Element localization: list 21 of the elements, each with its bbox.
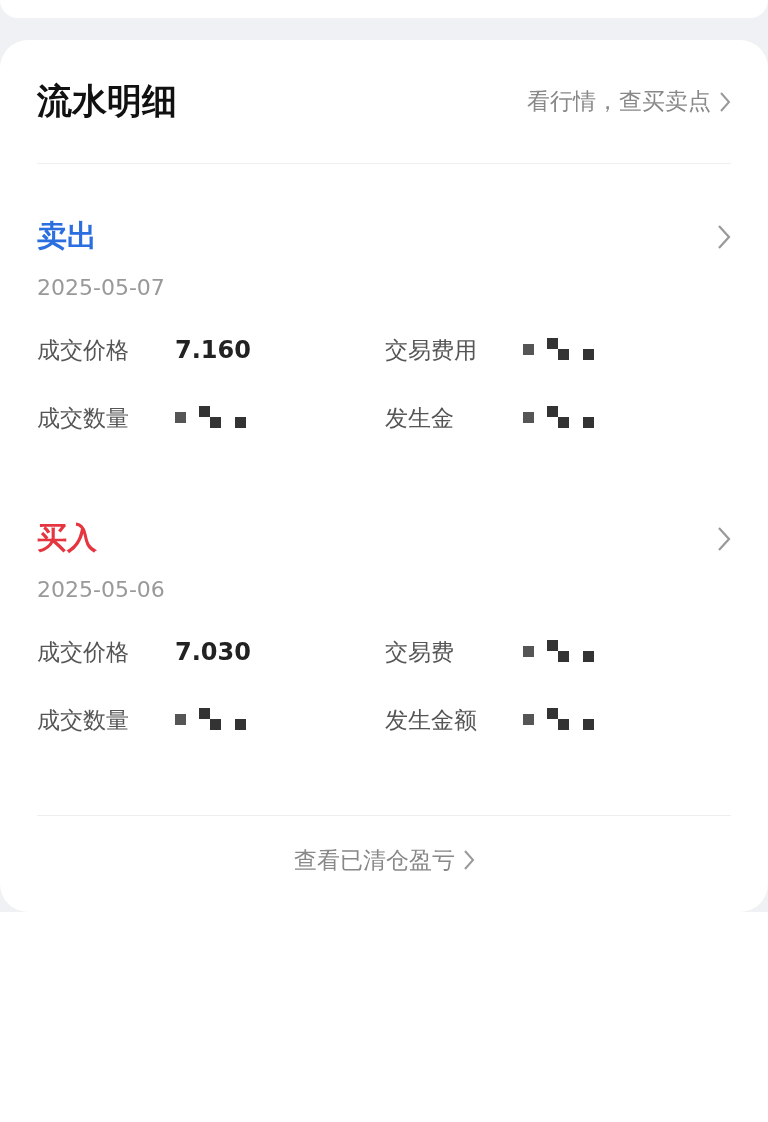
chevron-right-icon bbox=[462, 849, 475, 871]
closed-positions-link[interactable]: 查看已清仓盈亏 bbox=[293, 844, 475, 876]
field-label: 成交价格 bbox=[37, 335, 130, 365]
field-label: 交易费 bbox=[385, 637, 455, 667]
field-value: 7.030 bbox=[175, 638, 251, 666]
trade-date: 2025-05-07 bbox=[37, 275, 166, 300]
trade-type: 买入 bbox=[37, 519, 97, 557]
field-label: 发生金额 bbox=[385, 705, 478, 735]
field-label: 交易费用 bbox=[385, 335, 478, 365]
field-label: 发生金 bbox=[385, 403, 455, 433]
trade-date: 2025-05-06 bbox=[37, 577, 166, 602]
chevron-right-icon bbox=[719, 90, 731, 113]
chevron-right-icon[interactable] bbox=[717, 525, 731, 552]
trade-type: 卖出 bbox=[37, 217, 97, 255]
chevron-right-icon[interactable] bbox=[717, 223, 731, 250]
field-label: 成交数量 bbox=[37, 403, 130, 433]
field-label: 成交数量 bbox=[37, 705, 130, 735]
field-value: 7.160 bbox=[175, 336, 251, 364]
field-label: 成交价格 bbox=[37, 637, 130, 667]
section-title: 流水明细 bbox=[37, 80, 177, 123]
market-link[interactable]: 看行情，查买卖点 bbox=[527, 86, 731, 117]
